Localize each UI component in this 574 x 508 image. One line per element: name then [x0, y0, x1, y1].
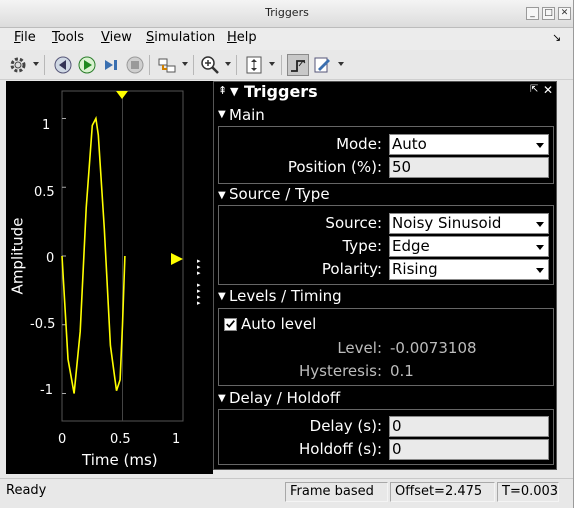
style-icon[interactable]: [311, 54, 333, 76]
holdoff-field[interactable]: 0: [389, 439, 549, 460]
position-label: Position (%):: [287, 158, 382, 176]
collapse-icon[interactable]: ▼: [230, 85, 238, 98]
hysteresis-value: 0.1: [390, 362, 414, 380]
status-time: T=0.003: [497, 482, 559, 502]
polarity-label: Polarity:: [321, 260, 382, 278]
delay-label: Delay (s):: [309, 417, 382, 435]
panel-margin: [557, 81, 569, 470]
highlight-dropdown-icon[interactable]: [182, 62, 188, 66]
triggers-panel: ⇞ ▼ Triggers ⇱ ✕ ▼ Main Mode: Auto Posit…: [213, 81, 557, 470]
type-label: Type:: [342, 237, 382, 255]
menu-view[interactable]: View: [101, 30, 132, 45]
step-forward-icon[interactable]: [100, 54, 122, 76]
chevron-down-icon: [536, 143, 544, 148]
position-field[interactable]: 50: [389, 157, 549, 178]
splitter-arrows-icon[interactable]: ▸ ▸ ▸ ▸ ▸ ▸ ▸: [197, 258, 201, 307]
triggers-title: Triggers: [244, 82, 318, 101]
triggers-panel-header: ⇞ ▼ Triggers ⇱ ✕: [214, 82, 556, 104]
pin-icon[interactable]: ⇞: [218, 84, 227, 97]
menu-tools[interactable]: Tools: [52, 30, 84, 45]
menu-file[interactable]: File: [14, 30, 36, 45]
level-value: -0.0073108: [390, 339, 477, 357]
minimize-button[interactable]: _: [526, 7, 539, 20]
gear-dropdown-icon[interactable]: [33, 62, 39, 66]
window-titlebar: Triggers _ □ ✕: [0, 0, 574, 28]
source-section-title: Source / Type: [229, 185, 330, 203]
ytick-label: 1: [42, 118, 51, 133]
menu-bar: File Tools View Simulation Help ↘: [0, 28, 574, 50]
style-dropdown-icon[interactable]: [338, 62, 344, 66]
ytick-label: -0.5: [30, 317, 56, 332]
menu-help[interactable]: Help: [227, 30, 257, 45]
status-offset: Offset=2.475: [390, 482, 495, 502]
section-collapse-icon[interactable]: ▼: [218, 190, 226, 201]
holdoff-label: Holdoff (s):: [299, 440, 382, 458]
chevron-down-icon: [536, 245, 544, 250]
scale-dropdown-icon[interactable]: [269, 62, 275, 66]
y-axis-label: Amplitude: [8, 217, 27, 295]
window-title: Triggers: [265, 6, 309, 19]
zoom-dropdown-icon[interactable]: [225, 62, 231, 66]
levels-section-title: Levels / Timing: [229, 287, 342, 305]
undock-panel-icon[interactable]: ⇱: [530, 84, 538, 95]
triggers-icon[interactable]: [287, 54, 309, 76]
section-collapse-icon[interactable]: ▼: [218, 109, 226, 120]
zoom-in-icon[interactable]: [199, 54, 221, 76]
section-collapse-icon[interactable]: ▼: [218, 393, 226, 404]
close-window-button[interactable]: ✕: [558, 7, 571, 20]
type-dropdown[interactable]: Edge: [389, 236, 549, 257]
xtick-label: 0: [58, 432, 67, 447]
section-collapse-icon[interactable]: ▼: [218, 291, 226, 302]
status-frame: Frame based: [285, 482, 388, 502]
polarity-dropdown[interactable]: Rising: [389, 259, 549, 280]
auto-level-label[interactable]: Auto level: [241, 315, 316, 333]
run-icon[interactable]: [76, 54, 98, 76]
close-panel-icon[interactable]: ✕: [543, 83, 553, 97]
source-label: Source:: [325, 214, 382, 232]
xtick-label: 0.5: [110, 432, 131, 447]
undock-icon[interactable]: ↘: [552, 31, 561, 44]
hysteresis-label: Hysteresis:: [299, 362, 382, 380]
mode-label: Mode:: [336, 135, 382, 153]
delay-section-title: Delay / Holdoff: [229, 389, 341, 407]
scope-display[interactable]: 1 0.5 0 -0.5 -1 0 0.5 1 Time (ms) Amplit…: [6, 81, 206, 474]
xtick-label: 1: [172, 432, 181, 447]
step-back-icon[interactable]: [52, 54, 74, 76]
level-label: Level:: [337, 339, 382, 357]
auto-level-checkbox[interactable]: [224, 318, 237, 331]
chevron-down-icon: [536, 222, 544, 227]
status-bar: Ready Frame based Offset=2.475 T=0.003: [0, 478, 574, 508]
gear-icon[interactable]: [7, 54, 29, 76]
scope-plot[interactable]: [6, 81, 206, 474]
toolbar: [0, 50, 574, 80]
panel-splitter[interactable]: [206, 81, 213, 474]
ytick-label: 0.5: [34, 185, 55, 200]
scale-axes-icon[interactable]: [243, 54, 265, 76]
ytick-label: -1: [40, 383, 53, 398]
ytick-label: 0: [46, 251, 55, 266]
maximize-button[interactable]: □: [542, 7, 555, 20]
highlight-block-icon[interactable]: [156, 54, 178, 76]
status-ready: Ready: [6, 483, 47, 498]
x-axis-label: Time (ms): [82, 451, 158, 469]
main-section-title: Main: [229, 106, 265, 124]
chevron-down-icon: [536, 268, 544, 273]
source-dropdown[interactable]: Noisy Sinusoid: [389, 213, 549, 234]
delay-field[interactable]: 0: [389, 416, 549, 437]
menu-simulation[interactable]: Simulation: [146, 30, 215, 45]
stop-icon[interactable]: [124, 54, 146, 76]
mode-dropdown[interactable]: Auto: [389, 134, 549, 155]
